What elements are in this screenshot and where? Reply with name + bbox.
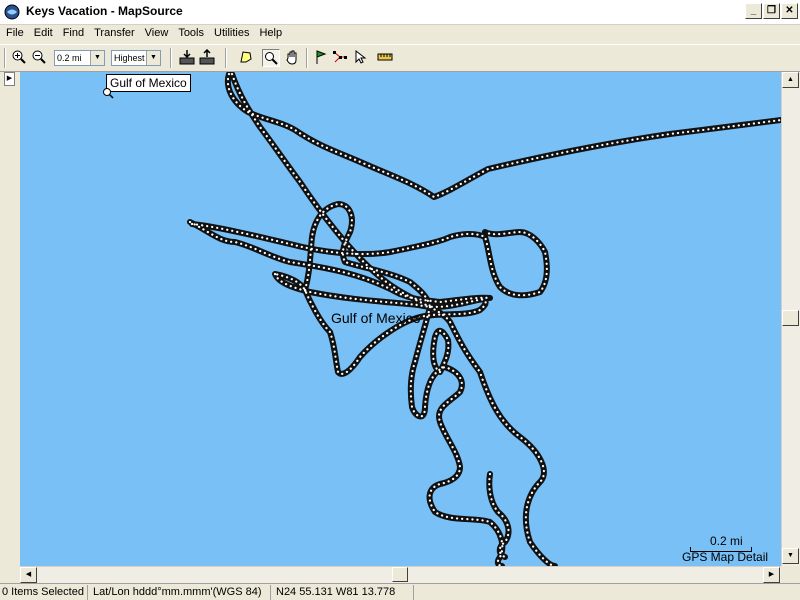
toolbar-separator [225,48,227,68]
chevron-down-icon: ▼ [146,51,160,65]
menu-bar: File Edit Find Transfer View Tools Utilities He… [0,25,800,44]
zoom-out-icon [32,50,46,64]
send-to-device-icon [199,48,215,65]
minimize-button[interactable]: _ [745,3,762,19]
gps-track-point-markers [409,305,504,566]
status-bar: 0 Items Selected Lat/Lon hddd°mm.mmm'(WG… [0,583,800,600]
gps-track[interactable] [486,471,512,560]
hand-tool-icon [286,50,297,65]
status-position: N24 55.131 W81 13.778 [274,585,414,600]
chevron-down-icon: ▼ [90,51,104,65]
menu-edit[interactable]: Edit [30,25,57,39]
mapsource-app-icon [4,4,20,20]
map-tooltip: Gulf of Mexico [106,74,191,92]
map-tool-icon [240,51,252,63]
toolbar-separator [170,48,172,68]
gps-track-point-markers [226,72,781,199]
selection-arrow-icon [355,49,367,64]
close-button[interactable]: ✕ [781,3,798,19]
zoom-tool-icon [265,52,278,65]
waypoint-flag-icon [316,50,327,64]
menu-find[interactable]: Find [59,25,88,39]
hand-tool-button[interactable] [284,49,302,67]
detail-select[interactable]: Highest ▼ [111,50,161,66]
map-detail-label: GPS Map Detail [682,550,769,564]
status-selection: 0 Items Selected [0,585,88,600]
map-tool-button[interactable] [238,49,256,67]
expand-pane-button[interactable]: ▶ [4,72,15,86]
toolbar-separator [306,48,308,68]
left-pane-strip [0,72,20,566]
route-tool-button[interactable] [332,49,350,67]
window-title: Keys Vacation - MapSource [26,4,183,18]
toolbar: 0.2 mi ▼ Highest ▼ [0,44,800,72]
magnifier-cursor-icon [103,88,114,99]
vertical-scroll-thumb[interactable] [782,310,799,326]
zoom-in-button[interactable] [11,49,29,67]
scroll-left-button[interactable]: ◀ [20,567,37,583]
zoom-tool-button[interactable] [262,49,280,67]
detail-select-value: Highest [114,53,145,63]
title-bar: Keys Vacation - MapSource _ ❐ ✕ [0,0,800,25]
receive-from-device-button[interactable] [179,49,197,67]
horizontal-scroll-thumb[interactable] [392,567,408,582]
restore-button[interactable]: ❐ [763,3,780,19]
route-tool-icon [333,51,347,63]
menu-utilities[interactable]: Utilities [210,25,253,39]
status-coordinate-format: Lat/Lon hddd°mm.mmm'(WGS 84) [91,585,271,600]
menu-help[interactable]: Help [255,25,286,39]
selection-tool-button[interactable] [352,49,370,67]
menu-view[interactable]: View [141,25,173,39]
vertical-scrollbar[interactable]: ▲ ▼ [781,72,800,566]
waypoint-tool-button[interactable] [313,49,331,67]
scroll-right-button[interactable]: ▶ [763,567,780,583]
scroll-down-button[interactable]: ▼ [782,548,799,564]
water-body-label: Gulf of Mexico [331,310,421,326]
scale-select[interactable]: 0.2 mi ▼ [54,50,105,66]
toolbar-grip [4,48,6,68]
zoom-in-icon [12,50,26,64]
send-to-device-button[interactable] [199,48,217,67]
receive-from-device-icon [179,50,195,65]
zoom-out-button[interactable] [31,49,49,67]
menu-file[interactable]: File [2,25,28,39]
gps-track[interactable] [225,72,781,200]
horizontal-scrollbar[interactable]: ◀ ▶ [20,566,781,583]
menu-tools[interactable]: Tools [174,25,208,39]
distance-tool-button[interactable] [377,49,395,67]
map-tooltip-label: Gulf of Mexico [110,76,187,90]
menu-transfer[interactable]: Transfer [90,25,139,39]
scrollbar-corner [781,566,800,583]
map-view[interactable]: Gulf of Mexico Gulf of Mexico 0.2 mi GPS… [20,72,781,566]
scale-select-value: 0.2 mi [57,53,82,63]
gps-track[interactable] [407,304,506,566]
scroll-up-button[interactable]: ▲ [782,72,799,88]
scale-label: 0.2 mi [710,534,743,548]
measure-ruler-icon [377,53,393,61]
